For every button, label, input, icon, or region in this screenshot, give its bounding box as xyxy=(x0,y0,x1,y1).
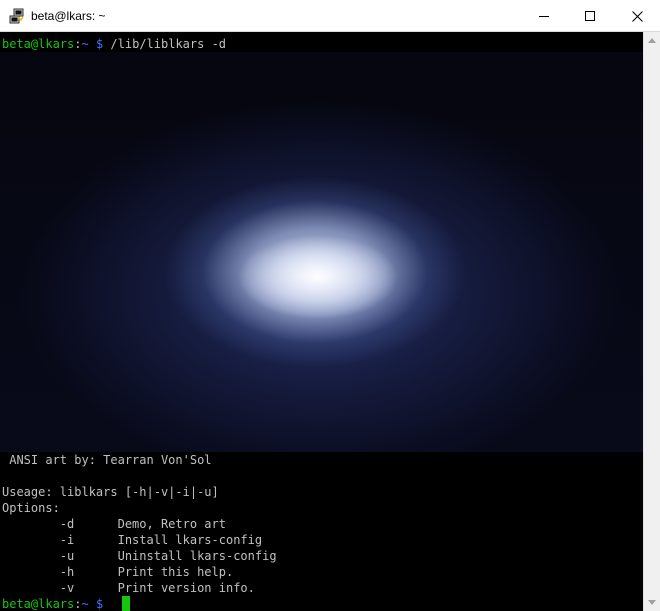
prompt-dollar: $ xyxy=(95,597,104,611)
prompt-path: ~ xyxy=(81,37,89,51)
option-desc: Print version info. xyxy=(117,581,255,595)
option-flag: -h xyxy=(59,565,75,579)
prompt-dollar: $ xyxy=(95,37,104,51)
option-line: -d Demo, Retro art xyxy=(2,516,226,532)
prompt-user-host: beta@lkars xyxy=(2,37,75,51)
window-titlebar[interactable]: beta@lkars: ~ xyxy=(0,0,660,32)
option-flag: -i xyxy=(59,533,75,547)
maximize-button[interactable] xyxy=(567,0,613,32)
prompt-user-host: beta@lkars xyxy=(2,597,75,611)
art-credit: ANSI art by: Tearran Von'Sol xyxy=(2,453,212,467)
usage-line: Useage: liblkars [-h|-v|-i|-u] xyxy=(2,485,219,499)
option-line: -i Install lkars-config xyxy=(2,532,262,548)
option-line: -u Uninstall lkars-config xyxy=(2,548,277,564)
terminal-cursor xyxy=(122,596,130,611)
terminal-screen[interactable]: beta@lkars:~ $ /lib/liblkars -d ANSI art… xyxy=(0,32,643,611)
vertical-scrollbar[interactable] xyxy=(643,32,660,611)
option-line: -v Print version info. xyxy=(2,580,255,596)
ansi-art-image xyxy=(0,52,643,452)
scroll-up-button[interactable] xyxy=(644,32,660,49)
scroll-down-icon xyxy=(648,600,656,605)
minimize-icon xyxy=(539,16,549,17)
putty-icon xyxy=(9,8,24,24)
option-desc: Demo, Retro art xyxy=(117,517,226,531)
option-line: -h Print this help. xyxy=(2,564,233,580)
option-desc: Print this help. xyxy=(117,565,234,579)
option-desc: Install lkars-config xyxy=(117,533,263,547)
option-desc: Uninstall lkars-config xyxy=(117,549,277,563)
scroll-down-button[interactable] xyxy=(644,594,660,611)
scroll-up-icon xyxy=(648,38,656,43)
options-label: Options: xyxy=(2,501,60,515)
option-flag: -d xyxy=(59,517,75,531)
window-title: beta@lkars: ~ xyxy=(31,9,106,23)
option-flag: -v xyxy=(59,581,75,595)
command-prompt-line: beta@lkars:~ $ /lib/liblkars -d xyxy=(2,36,226,52)
final-prompt-line: beta@lkars:~ $ xyxy=(2,596,103,611)
option-flag: -u xyxy=(59,549,75,563)
prompt-command: /lib/liblkars -d xyxy=(110,37,227,51)
prompt-path: ~ xyxy=(81,597,89,611)
close-icon xyxy=(631,10,643,22)
maximize-icon xyxy=(585,11,595,21)
minimize-button[interactable] xyxy=(521,0,567,32)
close-button[interactable] xyxy=(614,0,660,32)
